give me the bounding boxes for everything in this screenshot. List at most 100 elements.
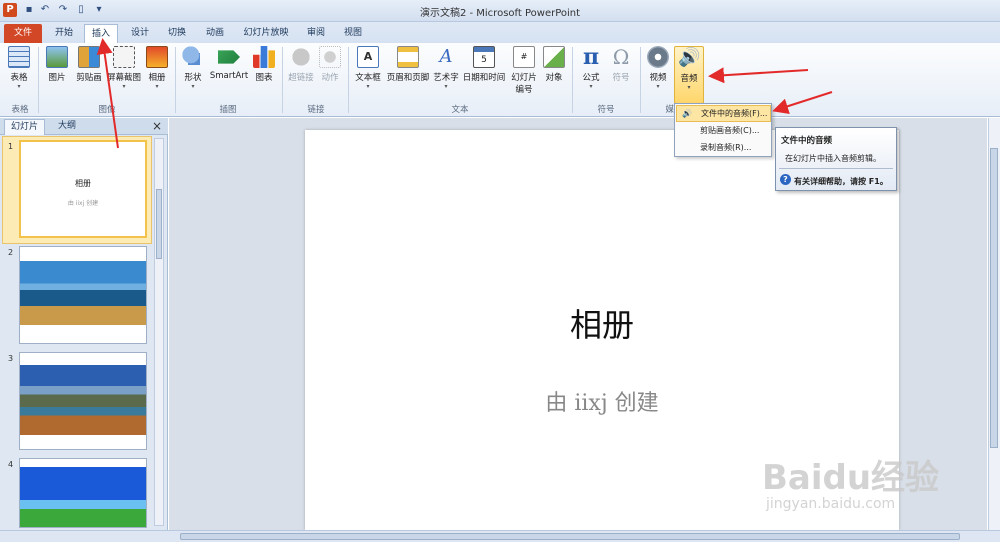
separator xyxy=(282,47,283,113)
tab-transitions[interactable]: 切换 xyxy=(160,24,194,43)
slides-scrollbar[interactable] xyxy=(154,138,164,526)
group-images-label: 图像 xyxy=(98,105,116,115)
wordart-button[interactable]: A 艺术字 ▾ xyxy=(432,46,460,90)
clipart-label: 剪贴画 xyxy=(76,73,102,83)
audio-button[interactable]: 🔊 音频 ▾ xyxy=(674,46,704,104)
tab-file[interactable]: 文件 xyxy=(4,24,42,43)
clipart-icon xyxy=(78,46,100,68)
speaker-icon: 🔊 xyxy=(678,47,701,68)
scrollbar-thumb[interactable] xyxy=(180,533,960,540)
tab-design[interactable]: 设计 xyxy=(124,24,156,43)
title-bar: P ▪ ↶ ↷ ▯ ▾ 演示文稿2 - Microsoft PowerPoint xyxy=(0,0,1000,22)
slide-thumbnail[interactable] xyxy=(19,352,147,450)
tab-animations[interactable]: 动画 xyxy=(198,24,232,43)
object-icon xyxy=(543,46,565,68)
slide-title[interactable]: 相册 xyxy=(305,300,899,346)
lake-photo xyxy=(20,365,146,435)
tooltip-title: 文件中的音频 xyxy=(781,136,833,146)
chart-button[interactable]: 图表 xyxy=(250,46,278,83)
shapes-button[interactable]: 形状 ▾ xyxy=(178,46,208,90)
slide-thumbnail[interactable] xyxy=(19,246,147,344)
ribbon: 表格 ▾ 表格 图片 剪贴画 屏幕截图 ▾ 相册 ▾ 图像 形状 ▾ SmartArt … xyxy=(0,43,1000,117)
action-icon xyxy=(319,46,341,68)
datetime-button[interactable]: 5 日期和时间 xyxy=(460,46,508,83)
window-title: 演示文稿2 - Microsoft PowerPoint xyxy=(419,8,581,19)
pane-tabs: 幻灯片 大纲 × xyxy=(0,118,168,135)
wordart-label: 艺术字 xyxy=(433,73,459,83)
thumbnail-subtitle: 由 iixj 创建 xyxy=(67,200,99,207)
photo-album-icon xyxy=(146,46,168,68)
smartart-label: SmartArt xyxy=(209,71,249,81)
slide-thumbnail[interactable] xyxy=(19,458,147,528)
clipart-button[interactable]: 剪贴画 xyxy=(72,46,106,83)
baidu-watermark: Baidu经验 jingyan.baidu.com xyxy=(740,440,960,520)
menu-item-label: 文件中的音频(F)... xyxy=(701,109,768,118)
canvas-scrollbar[interactable] xyxy=(988,118,1000,530)
object-button[interactable]: 对象 xyxy=(540,46,568,83)
audio-dropdown-menu: 🔊 文件中的音频(F)... 剪贴画音频(C)... 录制音频(R)... xyxy=(674,103,772,157)
slide-number: 2 xyxy=(8,248,14,257)
symbol-label: 符号 xyxy=(612,73,630,83)
menu-item-clipart-audio[interactable]: 剪贴画音频(C)... xyxy=(676,123,771,140)
separator xyxy=(175,47,176,113)
slide-number-icon: # xyxy=(513,46,535,68)
slide-number-label-2: 编号 xyxy=(515,85,533,95)
video-button[interactable]: 视频 ▾ xyxy=(644,46,672,90)
slide-number-button[interactable]: # 幻灯片 编号 xyxy=(508,46,540,95)
menu-item-label: 剪贴画音频(C)... xyxy=(700,126,760,135)
header-footer-button[interactable]: 页眉和页脚 xyxy=(384,46,432,83)
tab-outline[interactable]: 大纲 xyxy=(52,119,82,135)
thumbnail-title: 相册 xyxy=(75,179,91,188)
tab-slides[interactable]: 幻灯片 xyxy=(4,119,46,135)
smartart-button[interactable]: SmartArt xyxy=(208,46,250,81)
calendar-icon: 5 xyxy=(473,46,495,68)
table-icon xyxy=(8,46,30,68)
object-label: 对象 xyxy=(545,73,563,83)
tab-slideshow[interactable]: 幻灯片放映 xyxy=(238,24,294,43)
textbox-button[interactable]: A 文本框 ▾ xyxy=(352,46,384,90)
equation-label: 公式 xyxy=(582,73,600,83)
tab-home[interactable]: 开始 xyxy=(48,24,80,43)
slide-number: 1 xyxy=(8,142,14,151)
separator xyxy=(640,47,641,113)
tooltip-description: 在幻灯片中插入音频剪辑。 xyxy=(785,154,881,163)
horizontal-scrollbar[interactable] xyxy=(0,530,1000,542)
hyperlink-button[interactable]: 超链接 xyxy=(286,46,316,83)
group-links-label: 链接 xyxy=(307,105,325,115)
textbox-label: 文本框 xyxy=(355,73,381,83)
pier-photo xyxy=(20,261,146,325)
slide-number: 4 xyxy=(8,460,14,469)
ribbon-tabs: 文件 开始 插入 设计 切换 动画 幻灯片放映 审阅 视图 xyxy=(0,22,1000,43)
screenshot-icon xyxy=(113,46,135,68)
wordart-icon: A xyxy=(439,46,453,67)
tab-insert[interactable]: 插入 xyxy=(84,24,118,43)
menu-item-record-audio[interactable]: 录制音频(R)... xyxy=(676,140,771,157)
action-label: 动作 xyxy=(321,73,339,83)
tab-view[interactable]: 视图 xyxy=(336,24,370,43)
action-button[interactable]: 动作 xyxy=(316,46,344,83)
equation-button[interactable]: π 公式 ▾ xyxy=(576,46,606,90)
pi-icon: π xyxy=(582,44,600,70)
tooltip-divider xyxy=(779,168,893,169)
hyperlink-label: 超链接 xyxy=(288,73,314,83)
speaker-icon: 🔊 xyxy=(682,109,692,118)
menu-item-audio-from-file[interactable]: 🔊 文件中的音频(F)... xyxy=(676,105,771,122)
picture-button[interactable]: 图片 xyxy=(42,46,72,83)
scrollbar-thumb[interactable] xyxy=(156,189,162,259)
tab-review[interactable]: 审阅 xyxy=(300,24,332,43)
album-button[interactable]: 相册 ▾ xyxy=(142,46,172,90)
separator xyxy=(572,47,573,113)
slide-subtitle[interactable]: 由 iixj 创建 xyxy=(305,385,899,417)
smartart-icon xyxy=(218,50,240,64)
picture-label: 图片 xyxy=(48,73,66,83)
tooltip: 文件中的音频 在幻灯片中插入音频剪辑。 ? 有关详细帮助，请按 F1。 xyxy=(775,127,897,191)
screenshot-button[interactable]: 屏幕截图 ▾ xyxy=(106,46,142,90)
textbox-icon: A xyxy=(357,46,379,68)
slide-thumbnail[interactable]: 相册 由 iixj 创建 xyxy=(19,140,147,238)
video-label: 视频 xyxy=(649,73,667,83)
group-media-label: 媒 xyxy=(665,105,674,115)
close-icon[interactable]: × xyxy=(152,119,162,133)
symbol-button[interactable]: Ω 符号 xyxy=(606,46,636,83)
scrollbar-thumb[interactable] xyxy=(990,148,998,448)
table-button[interactable]: 表格 ▾ xyxy=(4,46,34,90)
